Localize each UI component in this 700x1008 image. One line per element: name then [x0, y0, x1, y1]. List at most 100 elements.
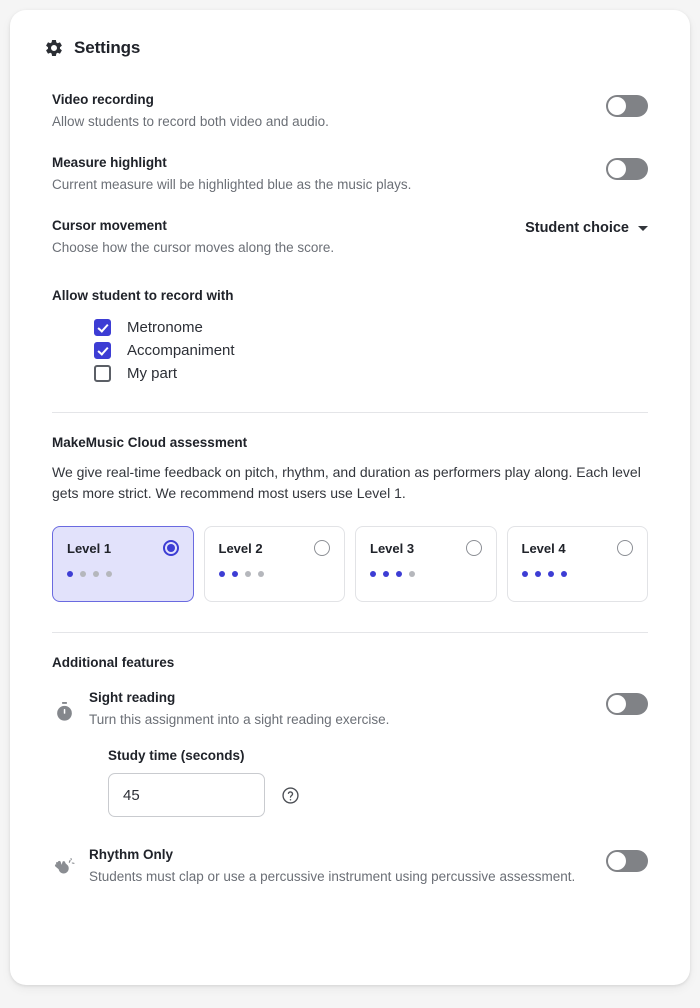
divider: [52, 411, 648, 413]
level-card-3[interactable]: Level 3: [355, 526, 497, 603]
feature-title: Sight reading: [89, 690, 176, 706]
accompaniment-checkbox[interactable]: [94, 341, 111, 359]
setting-text: Cursor movement Choose how the cursor mo…: [52, 218, 334, 257]
assessment-description: We give real-time feedback on pitch, rhy…: [52, 463, 641, 501]
level-label: Level 4: [521, 540, 566, 556]
dot: [396, 571, 402, 578]
dot: [547, 571, 554, 578]
checkbox-item-accompaniment[interactable]: Accompaniment: [94, 341, 648, 359]
level-difficulty-dots: [67, 571, 179, 578]
card-header: Settings: [34, 38, 666, 58]
dot: [67, 571, 73, 578]
settings-card: Settings Video recording Allow students …: [10, 10, 690, 985]
feature-content: Rhythm Only Students must clap or use a …: [52, 847, 575, 887]
assessment-section: MakeMusic Cloud assessment We give real-…: [52, 435, 648, 603]
my-part-checkbox[interactable]: [94, 364, 111, 382]
help-circle-icon[interactable]: [281, 786, 300, 805]
divider: [52, 632, 648, 634]
study-time-row: [108, 773, 648, 818]
clapping-hands-icon: [52, 855, 76, 881]
dot: [560, 571, 567, 578]
record-with-group: Allow student to record with Metronome A…: [52, 288, 648, 382]
level-difficulty-dots: [370, 571, 482, 578]
setting-description: Allow students to record both video and …: [52, 114, 329, 129]
feature-text: Rhythm Only Students must clap or use a …: [89, 847, 575, 887]
dot: [218, 571, 225, 578]
level-difficulty-dots: [218, 571, 331, 578]
level-header: Level 4: [521, 540, 633, 557]
dot: [534, 571, 541, 578]
gear-icon: [44, 38, 64, 58]
cursor-movement-dropdown[interactable]: Student choice: [525, 220, 648, 236]
feature-description: Students must clap or use a percussive i…: [89, 869, 576, 885]
feature-text: Sight reading Turn this assignment into …: [89, 690, 389, 730]
setting-row-video-recording: Video recording Allow students to record…: [52, 92, 648, 131]
study-time-input[interactable]: [108, 773, 265, 818]
level-label: Level 2: [218, 540, 263, 556]
toggle-knob: [608, 160, 626, 179]
checkbox-label: Metronome: [127, 318, 203, 336]
dot: [244, 571, 251, 578]
study-time-block: Study time (seconds): [52, 748, 648, 818]
assessment-level-list: Level 1 Level 2 Level 3 Level 4: [52, 526, 648, 603]
record-with-title: Allow student to record with: [52, 287, 234, 303]
metronome-checkbox[interactable]: [94, 318, 111, 336]
measure-highlight-toggle[interactable]: [606, 158, 648, 181]
setting-description: Current measure will be highlighted blue…: [52, 177, 412, 193]
dot: [231, 571, 238, 578]
dot: [93, 571, 99, 578]
level-radio[interactable]: [162, 540, 179, 557]
level-card-4[interactable]: Level 4: [506, 526, 648, 603]
level-label: Level 1: [67, 540, 112, 556]
dot: [383, 571, 389, 578]
feature-description: Turn this assignment into a sight readin…: [89, 712, 390, 728]
feature-title: Rhythm Only: [89, 847, 174, 863]
additional-features-title: Additional features: [52, 655, 175, 671]
dot: [106, 571, 112, 578]
level-card-2[interactable]: Level 2: [203, 526, 345, 603]
toggle-knob: [608, 97, 626, 115]
checkbox-label: Accompaniment: [127, 341, 235, 359]
dot: [370, 571, 376, 578]
setting-title: Cursor movement: [52, 218, 167, 234]
level-difficulty-dots: [521, 571, 634, 578]
level-header: Level 3: [370, 540, 482, 557]
setting-row-cursor-movement: Cursor movement Choose how the cursor mo…: [52, 218, 648, 257]
checkbox-item-my-part[interactable]: My part: [94, 364, 648, 382]
setting-row-measure-highlight: Measure highlight Current measure will b…: [52, 155, 648, 194]
dot: [409, 571, 415, 578]
stopwatch-icon: [52, 698, 76, 724]
assessment-title: MakeMusic Cloud assessment: [52, 434, 248, 450]
additional-features-section: Additional features Sight reading Turn t…: [52, 655, 648, 887]
setting-title: Measure highlight: [52, 155, 167, 171]
dot: [80, 571, 86, 578]
setting-text: Video recording Allow students to record…: [52, 92, 329, 131]
page-title: Settings: [74, 38, 141, 57]
setting-description: Choose how the cursor moves along the sc…: [52, 240, 335, 256]
sight-reading-toggle[interactable]: [606, 693, 648, 716]
feature-row-rhythm-only: Rhythm Only Students must clap or use a …: [52, 847, 648, 887]
video-recording-toggle[interactable]: [606, 95, 648, 117]
study-time-label: Study time (seconds): [108, 748, 245, 764]
level-radio[interactable]: [617, 540, 633, 557]
dropdown-value: Student choice: [525, 220, 629, 237]
dot: [521, 571, 528, 578]
level-radio[interactable]: [465, 540, 482, 557]
toggle-knob: [608, 852, 626, 871]
level-header: Level 1: [67, 540, 179, 557]
dot: [257, 571, 264, 578]
setting-title: Video recording: [52, 92, 154, 107]
rhythm-only-toggle[interactable]: [606, 850, 648, 873]
checkbox-label: My part: [127, 364, 178, 382]
toggle-knob: [608, 695, 626, 714]
level-label: Level 3: [370, 540, 415, 556]
feature-row-sight-reading: Sight reading Turn this assignment into …: [52, 690, 648, 730]
chevron-down-icon: [638, 225, 648, 231]
record-with-options: Metronome Accompaniment My part: [52, 318, 648, 382]
setting-text: Measure highlight Current measure will b…: [52, 155, 411, 194]
checkbox-item-metronome[interactable]: Metronome: [94, 318, 648, 336]
feature-content: Sight reading Turn this assignment into …: [52, 690, 389, 730]
level-card-1[interactable]: Level 1: [52, 526, 194, 603]
level-header: Level 2: [218, 540, 330, 557]
level-radio[interactable]: [314, 540, 330, 557]
